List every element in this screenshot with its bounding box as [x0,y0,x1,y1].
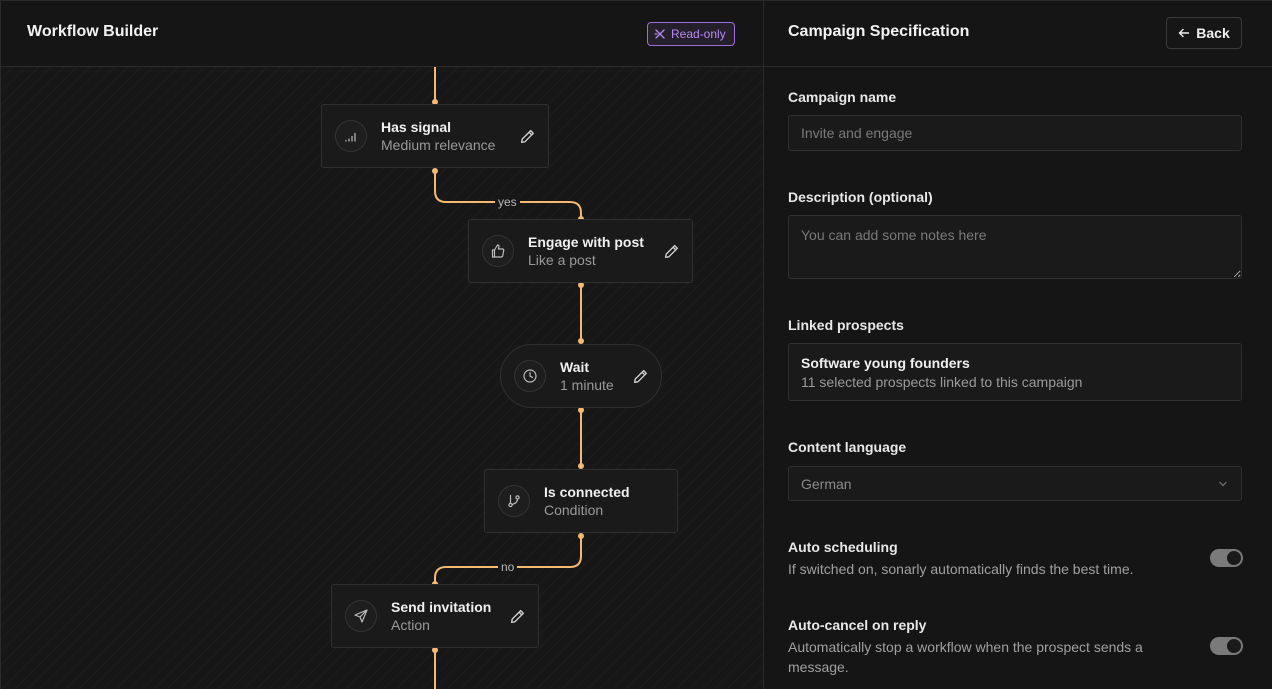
clock-icon [514,360,546,392]
node-text: Send invitation Action [391,598,508,634]
node-is-connected[interactable]: Is connected Condition [484,469,678,533]
read-only-icon [654,29,665,39]
node-text: Is connected Condition [544,483,677,519]
linked-prospects-label: Linked prospects [788,317,904,333]
node-has-signal[interactable]: Has signal Medium relevance [321,104,549,168]
prospect-list-name: Software young founders [801,355,970,371]
pencil-icon[interactable] [662,242,680,260]
signal-icon [335,120,367,152]
auto-cancel-title: Auto-cancel on reply [788,617,927,633]
node-send-invitation[interactable]: Send invitation Action [331,584,539,648]
edge-label-no: no [498,560,518,574]
linked-prospects-card[interactable]: Software young founders 11 selected pros… [788,343,1242,401]
auto-cancel-desc: Automatically stop a workflow when the p… [788,639,1143,675]
read-only-label: Read-only [671,27,726,41]
pencil-icon[interactable] [631,367,649,385]
description-label: Description (optional) [788,189,933,205]
spec-title: Campaign Specification [788,23,970,40]
prospect-list-desc: 11 selected prospects linked to this cam… [801,374,1083,390]
pencil-icon[interactable] [508,607,526,625]
pencil-icon[interactable] [518,127,536,145]
chevron-down-icon [1219,481,1227,486]
node-subtitle: Action [391,617,430,633]
node-title: Send invitation [391,599,492,615]
node-text: Has signal Medium relevance [381,118,518,154]
back-label: Back [1196,25,1230,41]
node-title: Is connected [544,484,630,500]
campaign-name-input[interactable] [788,115,1242,151]
node-text: Engage with post Like a post [528,233,662,269]
node-subtitle: Condition [544,502,604,518]
campaign-name-label: Campaign name [788,89,897,105]
edge-handle [432,168,438,174]
node-title: Has signal [381,119,452,135]
thumbs-up-icon [482,235,514,267]
auto-scheduling-desc: If switched on, sonarly automatically fi… [788,561,1134,577]
back-button[interactable]: Back [1166,17,1242,49]
spec-header: Campaign Specification Back [764,1,1272,67]
node-subtitle: Like a post [528,252,596,268]
node-engage-with-post[interactable]: Engage with post Like a post [468,219,693,283]
description-textarea[interactable] [788,215,1242,279]
node-subtitle: 1 minute [560,377,614,393]
content-language-value: German [801,475,852,492]
builder-title: Workflow Builder [27,23,159,40]
edge-handle [578,533,584,539]
node-subtitle: Medium relevance [381,137,496,153]
arrow-left-icon [1179,28,1190,38]
campaign-spec-panel: Campaign Specification Back Campaign nam… [763,0,1272,689]
auto-scheduling-title: Auto scheduling [788,539,898,555]
node-title: Engage with post [528,234,644,250]
auto-scheduling-toggle[interactable] [1210,549,1243,567]
workflow-canvas[interactable]: yes no Has signal Medium relevance Engag… [1,67,764,689]
builder-header: Workflow Builder Read-only [1,1,764,67]
workflow-builder-panel: Workflow Builder Read-only yes no Has si… [0,0,764,689]
node-text: Wait 1 minute [560,358,631,394]
content-language-label: Content language [788,439,907,455]
node-title: Wait [560,359,590,375]
auto-cancel-toggle[interactable] [1210,637,1243,655]
content-language-select[interactable]: German [788,466,1242,501]
send-icon [345,600,377,632]
edge-label-yes: yes [495,195,520,209]
git-branch-icon [498,485,530,517]
read-only-badge: Read-only [647,22,735,46]
node-wait[interactable]: Wait 1 minute [500,344,662,408]
